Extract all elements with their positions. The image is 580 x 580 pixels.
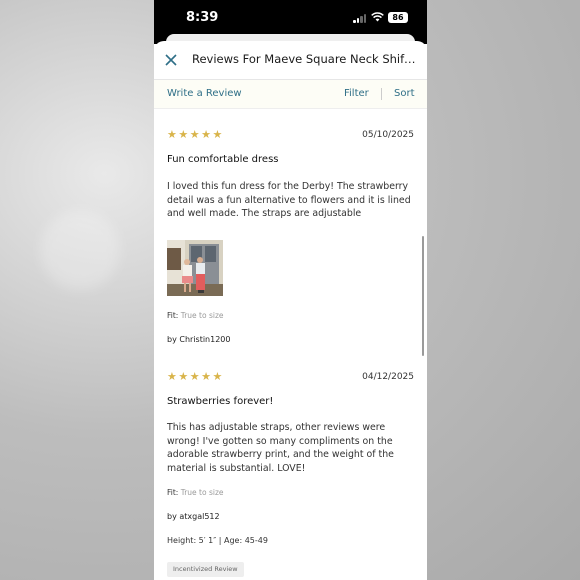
review-title: Strawberries forever!: [167, 396, 274, 407]
phone-screen: 8:39 86 Reviews For Maeve Square Neck Sh…: [154, 0, 427, 580]
signal-icon: [353, 13, 367, 23]
status-time: 8:39: [186, 10, 219, 25]
scrollbar[interactable]: [422, 236, 424, 356]
review-body: I loved this fun dress for the Derby! Th…: [167, 181, 411, 219]
sort-button[interactable]: Sort: [394, 88, 415, 99]
close-icon[interactable]: [164, 52, 180, 68]
fit-value: True to size: [180, 311, 224, 320]
review-actions-bar: Write a Review Filter Sort: [154, 80, 427, 109]
filter-button[interactable]: Filter: [344, 88, 369, 99]
fit-label: Fit:: [167, 311, 179, 320]
review-date: 04/12/2025: [362, 372, 414, 382]
reviews-header: Reviews For Maeve Square Neck Shift...: [154, 41, 427, 80]
write-review-link[interactable]: Write a Review: [167, 88, 242, 99]
review-author: by Christin1200: [167, 335, 231, 344]
review-photo[interactable]: [167, 240, 223, 296]
star-rating: ★★★★★: [167, 128, 224, 141]
review-author: by atxgal512: [167, 512, 220, 521]
page-title: Reviews For Maeve Square Neck Shift...: [192, 52, 417, 66]
review-date: 05/10/2025: [362, 130, 414, 140]
actions-divider: [381, 88, 382, 100]
review-title: Fun comfortable dress: [167, 154, 279, 165]
fit-value: True to size: [180, 488, 224, 497]
review-fit: Fit: True to size: [167, 488, 224, 497]
review-body: This has adjustable straps, other review…: [167, 422, 394, 474]
wifi-icon: [371, 12, 384, 25]
fit-label: Fit:: [167, 488, 179, 497]
review-fit: Fit: True to size: [167, 311, 224, 320]
reviewer-meta: Height: 5′ 1″ | Age: 45-49: [167, 536, 268, 545]
battery-icon: 86: [388, 12, 408, 23]
star-rating: ★★★★★: [167, 370, 224, 383]
incentivized-badge: Incentivized Review: [167, 562, 244, 577]
